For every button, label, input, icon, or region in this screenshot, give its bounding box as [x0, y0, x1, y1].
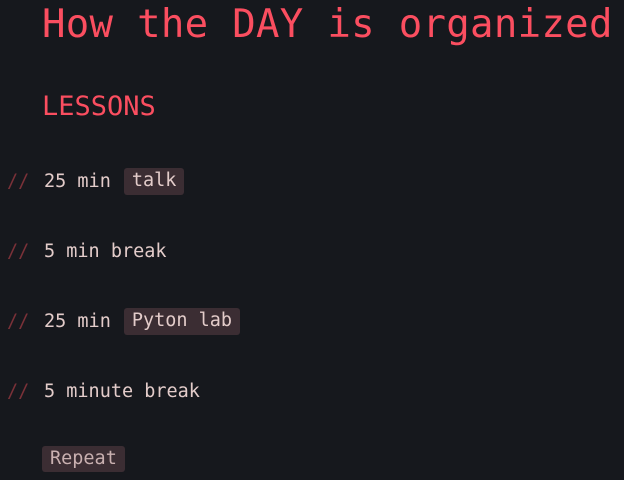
- comment-marker: //: [7, 170, 30, 192]
- item-tag-talk: talk: [123, 167, 185, 195]
- item-tag-python-lab: Pyton lab: [123, 307, 241, 335]
- comment-marker: //: [7, 380, 30, 402]
- item-break: 5 min break: [44, 240, 167, 262]
- item-break: 5 minute break: [44, 380, 200, 402]
- repeat-button[interactable]: Repeat: [42, 446, 125, 472]
- item-duration: 25 min: [44, 310, 111, 332]
- comment-marker: //: [7, 240, 30, 262]
- comment-marker: //: [7, 310, 30, 332]
- page-title: How the DAY is organized: [42, 2, 613, 47]
- item-duration: 25 min: [44, 170, 111, 192]
- section-heading-lessons: LESSONS: [42, 91, 156, 122]
